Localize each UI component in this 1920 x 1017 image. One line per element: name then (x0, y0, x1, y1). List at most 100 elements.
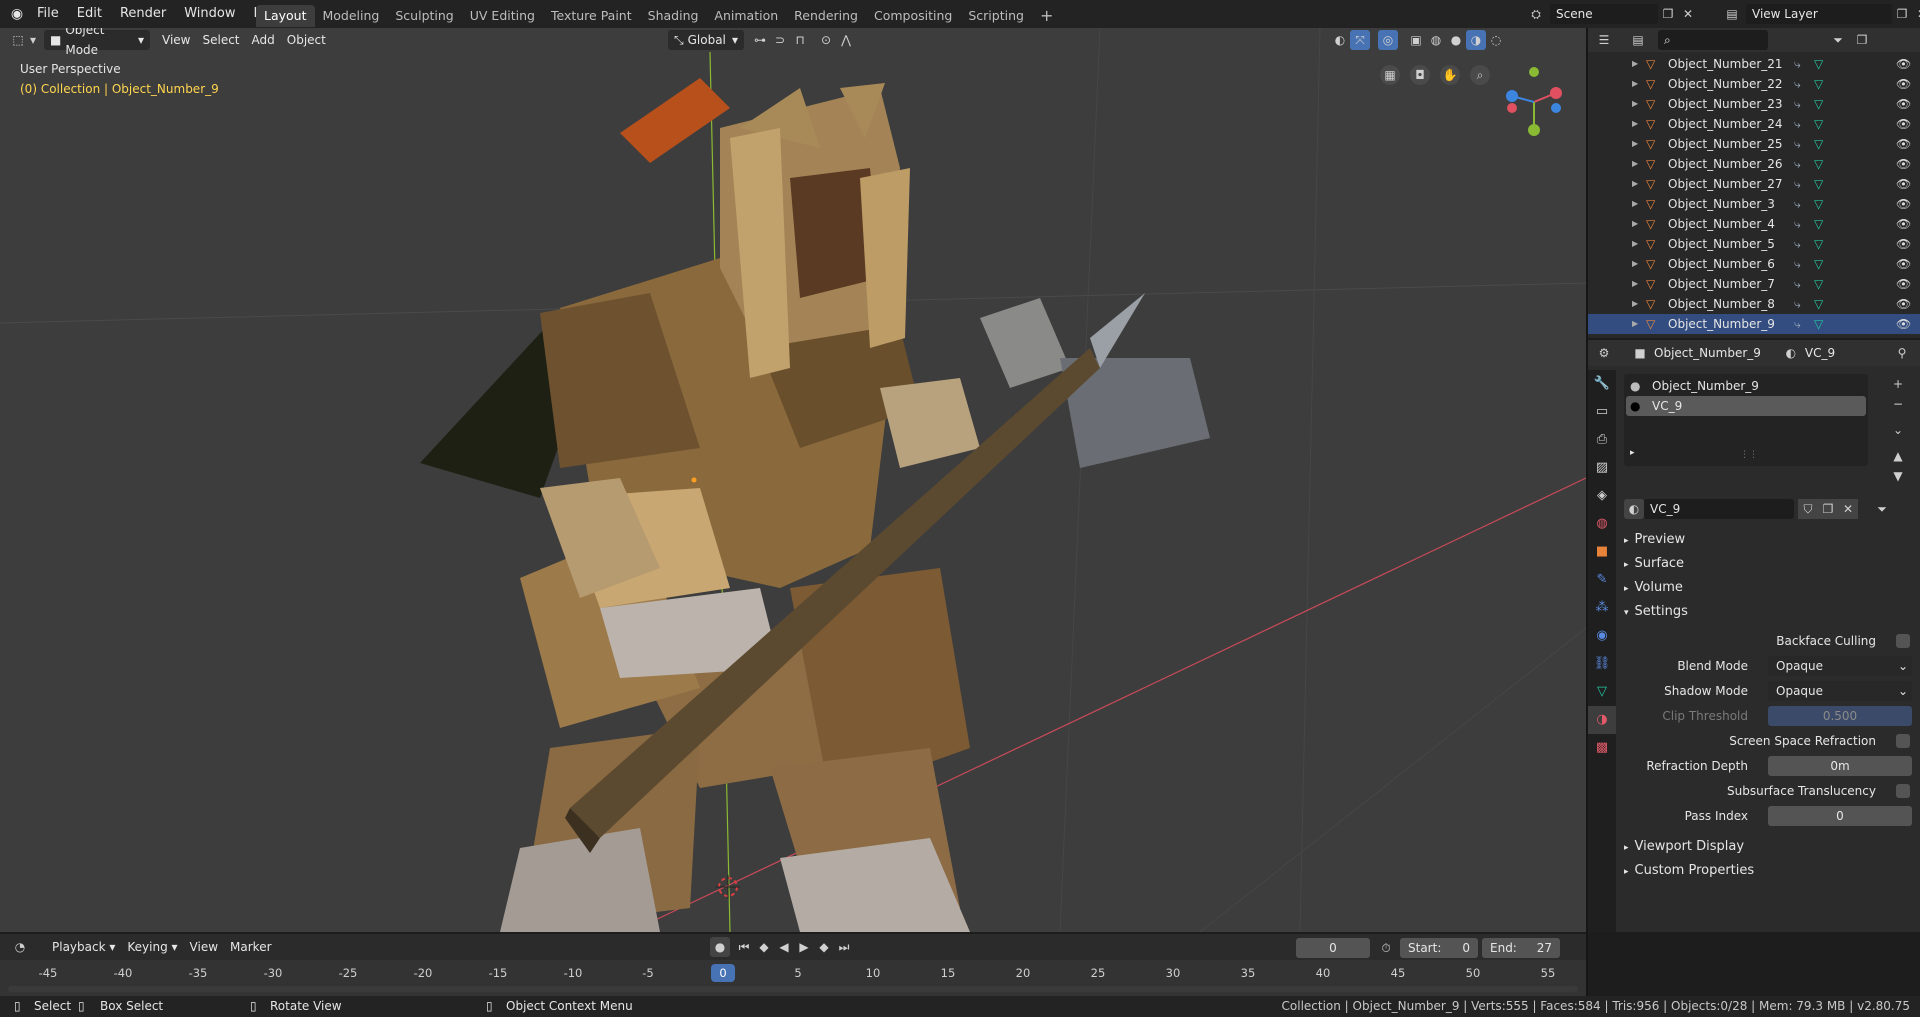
move-down-icon[interactable]: ▼ (1888, 466, 1908, 486)
eye-icon[interactable]: 👁 (1896, 134, 1911, 154)
material-slot-row[interactable]: ● Object_Number_9 (1624, 376, 1868, 396)
tab-rendering[interactable]: Rendering (786, 5, 866, 27)
expand-arrow-icon[interactable]: ▶ (1632, 214, 1638, 234)
tab-texture-paint[interactable]: Texture Paint (543, 5, 640, 27)
wireframe-shading-icon[interactable]: ◍ (1426, 30, 1446, 50)
menu-file[interactable]: File (28, 0, 68, 28)
timeline-editor-icon[interactable]: ◔ (10, 937, 30, 957)
browse-material-icon[interactable]: ◐ (1624, 499, 1644, 519)
resize-handle-icon[interactable]: ⋮⋮ (1740, 450, 1758, 460)
menu-marker[interactable]: Marker (224, 937, 277, 957)
menu-render[interactable]: Render (111, 0, 175, 28)
navigation-gizmo[interactable] (1494, 60, 1564, 140)
outliner-row[interactable]: ▶ ▽ Object_Number_25 ⤷ ▽ 👁 (1588, 134, 1920, 154)
expand-arrow-icon[interactable]: ▶ (1632, 74, 1638, 94)
view-layer-field[interactable]: View Layer (1746, 4, 1892, 24)
unlink-material-icon[interactable]: ✕ (1838, 499, 1858, 519)
stopwatch-icon[interactable]: ⏱ (1376, 938, 1396, 958)
snap-target-icon[interactable]: ⊓ (790, 30, 810, 50)
expand-arrow-icon[interactable]: ▶ (1632, 314, 1638, 334)
blend-mode-select[interactable]: Opaque ⌄ (1768, 656, 1912, 676)
outliner-item-label[interactable]: Object_Number_3 (1668, 194, 1775, 214)
record-icon[interactable]: ● (710, 937, 730, 957)
zoom-view-icon[interactable]: ⌕ (1470, 65, 1490, 85)
menu-add[interactable]: Add (246, 30, 281, 50)
material-shading-icon[interactable]: ◑ (1466, 30, 1486, 50)
panel-settings[interactable]: ▾ Settings (1624, 601, 1688, 623)
subsurface-checkbox[interactable] (1896, 784, 1910, 798)
outliner-search-input[interactable]: ⌕ (1658, 30, 1768, 50)
expand-arrow-icon[interactable]: ▶ (1632, 174, 1638, 194)
outliner-row[interactable]: ▶ ▽ Object_Number_6 ⤷ ▽ 👁 (1588, 254, 1920, 274)
tab-output-icon[interactable]: ⎙ (1588, 426, 1616, 454)
new-scene-icon[interactable]: ❐ (1658, 4, 1678, 24)
play-reverse-icon[interactable]: ◀ (774, 937, 794, 957)
play-icon[interactable]: ▶ (794, 937, 814, 957)
eye-icon[interactable]: 👁 (1896, 274, 1911, 294)
outliner-item-label[interactable]: Object_Number_27 (1668, 174, 1783, 194)
menu-keying[interactable]: Keying ▾ (121, 937, 183, 957)
expand-arrow-icon[interactable]: ▶ (1632, 234, 1638, 254)
outliner-item-label[interactable]: Object_Number_25 (1668, 134, 1783, 154)
outliner-item-label[interactable]: Object_Number_24 (1668, 114, 1783, 134)
jump-start-icon[interactable]: ⏮ (734, 937, 754, 957)
eye-icon[interactable]: 👁 (1896, 314, 1911, 334)
end-frame-field[interactable]: End: 27 (1482, 938, 1560, 958)
next-keyframe-icon[interactable]: ◆ (814, 937, 834, 957)
display-mode-icon[interactable]: ▤ (1628, 30, 1648, 50)
tab-tool-icon[interactable]: 🔧 (1588, 370, 1616, 398)
panel-preview[interactable]: ▸ Preview (1624, 529, 1685, 551)
menu-object[interactable]: Object (281, 30, 332, 50)
new-collection-icon[interactable]: ❐ (1852, 30, 1872, 50)
node-link-icon[interactable]: ⏷ (1872, 499, 1892, 519)
backface-culling-checkbox[interactable] (1896, 634, 1910, 648)
outliner-item-label[interactable]: Object_Number_4 (1668, 214, 1775, 234)
snap-icon[interactable]: ⊃ (770, 30, 790, 50)
outliner-row[interactable]: ▶ ▽ Object_Number_4 ⤷ ▽ 👁 (1588, 214, 1920, 234)
outliner-item-label[interactable]: Object_Number_23 (1668, 94, 1783, 114)
pan-view-icon[interactable]: ✋ (1440, 65, 1460, 85)
expand-arrow-icon[interactable]: ▶ (1632, 94, 1638, 114)
outliner-item-label[interactable]: Object_Number_6 (1668, 254, 1775, 274)
tab-data-icon[interactable]: ▽ (1588, 678, 1616, 706)
filter-icon[interactable]: ⏷ (1828, 30, 1848, 50)
expand-arrow-icon[interactable]: ▶ (1632, 274, 1638, 294)
rendered-shading-icon[interactable]: ◌ (1486, 30, 1506, 50)
eye-icon[interactable]: 👁 (1896, 154, 1911, 174)
tab-object-icon[interactable]: ■ (1588, 538, 1616, 566)
duplicate-material-icon[interactable]: ❐ (1818, 499, 1838, 519)
remove-scene-icon[interactable]: ✕ (1678, 4, 1698, 24)
expand-arrow-icon[interactable]: ▸ (1630, 448, 1635, 458)
pivot-icon[interactable]: ⊶ (750, 30, 770, 50)
panel-volume[interactable]: ▸ Volume (1624, 577, 1683, 599)
add-workspace-icon[interactable]: + (1032, 5, 1061, 27)
menu-window[interactable]: Window (175, 0, 244, 28)
eye-icon[interactable]: 👁 (1896, 94, 1911, 114)
eye-icon[interactable]: 👁 (1896, 234, 1911, 254)
refraction-depth-field[interactable]: 0m (1768, 756, 1912, 776)
expand-arrow-icon[interactable]: ▶ (1632, 134, 1638, 154)
expand-arrow-icon[interactable]: ▶ (1632, 294, 1638, 314)
outliner-row[interactable]: ▶ ▽ Object_Number_24 ⤷ ▽ 👁 (1588, 114, 1920, 134)
outliner-editor-icon[interactable]: ☰ (1594, 30, 1614, 50)
3d-viewport[interactable]: ⬚ ▾ ■ Object Mode ▾ View Select Add Obje… (0, 28, 1586, 932)
menu-view[interactable]: View (156, 30, 196, 50)
new-view-layer-icon[interactable]: ❐ (1892, 4, 1912, 24)
menu-playback[interactable]: Playback ▾ (46, 937, 121, 957)
proportional-edit-icon[interactable]: ⊙ (816, 30, 836, 50)
menu-timeline-view[interactable]: View (184, 937, 224, 957)
properties-editor-icon[interactable]: ⚙ (1594, 343, 1614, 363)
material-name-field[interactable]: VC_9 (1644, 499, 1794, 519)
tab-texture-icon[interactable]: ▩ (1588, 734, 1616, 762)
outliner-item-label[interactable]: Object_Number_21 (1668, 54, 1783, 74)
jump-end-icon[interactable]: ⏭ (834, 937, 854, 957)
outliner-item-label[interactable]: Object_Number_9 (1668, 314, 1775, 334)
outliner-item-label[interactable]: Object_Number_5 (1668, 234, 1775, 254)
outliner-row[interactable]: ▶ ▽ Object_Number_9 ⤷ ▽ 👁 (1588, 314, 1920, 334)
start-frame-field[interactable]: Start: 0 (1400, 938, 1478, 958)
panel-viewport-display[interactable]: ▸ Viewport Display (1624, 836, 1744, 858)
object-mode-dropdown[interactable]: ■ Object Mode ▾ (44, 28, 150, 57)
tab-modifier-icon[interactable]: ✎ (1588, 566, 1616, 594)
scene-icon[interactable]: ⛭ (1526, 4, 1546, 24)
eye-icon[interactable]: 👁 (1896, 74, 1911, 94)
